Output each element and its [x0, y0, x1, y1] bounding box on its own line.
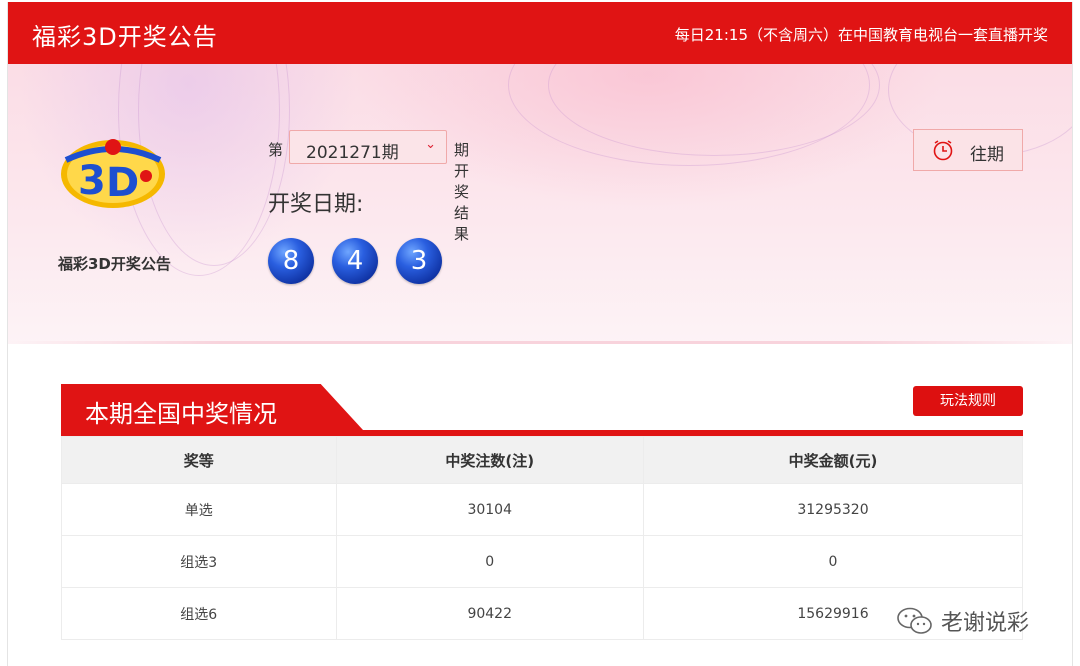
page-title: 福彩3D开奖公告 — [32, 23, 218, 51]
prize-level-cell: 单选 — [61, 483, 337, 536]
column-header-level: 奖等 — [61, 436, 337, 484]
number-ball: 4 — [332, 238, 378, 284]
hero-divider — [8, 341, 1072, 344]
table-header-row: 奖等 中奖注数(注) 中奖金额(元) — [61, 436, 1024, 484]
table-row: 组选6 90422 15629916 — [61, 587, 1024, 640]
issue-suffix: 期开奖结果 — [454, 141, 470, 243]
section-title-tab: 本期全国中奖情况 — [61, 384, 363, 430]
section-title: 本期全国中奖情况 — [85, 400, 277, 428]
issue-select-value: 2021271期 — [306, 143, 399, 163]
rules-button[interactable]: 玩法规则 — [913, 386, 1023, 416]
winner-count-cell: 30104 — [335, 483, 644, 536]
table-row: 单选 30104 31295320 — [61, 483, 1024, 536]
clock-icon — [933, 140, 953, 161]
3d-logo: 3 D — [61, 139, 165, 208]
top-bar: 福彩3D开奖公告 每日21:15（不含周六）在中国教育电视台一套直播开奖 — [8, 2, 1072, 64]
column-header-count: 中奖注数(注) — [335, 436, 644, 484]
prize-level-cell: 组选3 — [61, 535, 337, 588]
issue-prefix: 第 — [268, 141, 284, 159]
history-button[interactable]: 往期 — [913, 129, 1023, 171]
winner-count-cell: 90422 — [335, 587, 644, 640]
number-ball: 3 — [396, 238, 442, 284]
prize-table: 奖等 中奖注数(注) 中奖金额(元) 单选 30104 31295320 组选3… — [61, 436, 1024, 640]
number-ball: 8 — [268, 238, 314, 284]
watermark-text: 老谢说彩 — [941, 611, 1030, 636]
watermark: 老谢说彩 — [895, 604, 1029, 638]
prize-amount-cell: 31295320 — [642, 483, 1024, 536]
winner-count-cell: 0 — [335, 535, 644, 588]
chevron-down-icon: ⌄ — [425, 137, 436, 152]
svg-text:3: 3 — [78, 158, 106, 204]
table-row: 组选3 0 0 — [61, 535, 1024, 588]
history-button-label: 往期 — [970, 145, 1004, 165]
prize-level-cell: 组选6 — [61, 587, 337, 640]
draw-date-label: 开奖日期: — [268, 192, 364, 217]
svg-text:D: D — [106, 160, 139, 206]
logo-caption: 福彩3D开奖公告 — [58, 255, 171, 273]
column-header-amount: 中奖金额(元) — [642, 436, 1024, 484]
broadcast-schedule: 每日21:15（不含周六）在中国教育电视台一套直播开奖 — [674, 26, 1048, 44]
page-frame: 福彩3D开奖公告 每日21:15（不含周六）在中国教育电视台一套直播开奖 3 D… — [7, 2, 1073, 666]
prize-amount-cell: 0 — [642, 535, 1024, 588]
issue-select[interactable]: 2021271期 ⌄ — [289, 130, 447, 164]
wechat-icon — [897, 607, 932, 634]
